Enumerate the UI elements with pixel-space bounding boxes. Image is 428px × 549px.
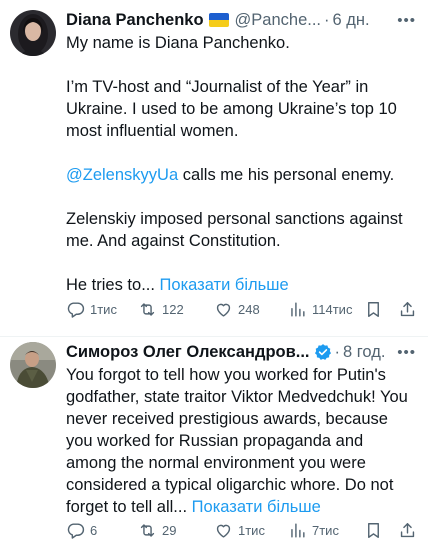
like-icon	[216, 524, 231, 538]
share-button[interactable]	[398, 518, 417, 542]
repost-count: 122	[162, 301, 184, 317]
like-button[interactable]: 248	[214, 297, 260, 321]
separator-dot: ·	[334, 342, 341, 361]
like-count: 248	[238, 301, 260, 317]
views-count: 114тис	[312, 301, 353, 317]
share-button[interactable]	[398, 297, 417, 321]
tweet-paragraph-text: He tries to...	[66, 276, 155, 294]
repost-icon	[140, 523, 155, 537]
more-options-icon[interactable]: •••	[397, 341, 416, 363]
show-more-link[interactable]: Показати більше	[160, 276, 289, 294]
tweet-header: Симороз Олег Олександров... · 8 год. •••	[66, 341, 418, 363]
author-handle[interactable]: @Panche...	[235, 11, 321, 30]
tweet-paragraph: @ZelenskyyUa calls me his personal enemy…	[66, 164, 418, 186]
tweet-paragraph: My name is Diana Panchenko.	[66, 34, 290, 52]
repost-count: 29	[162, 522, 177, 538]
verified-badge-icon	[314, 343, 332, 361]
show-more-link[interactable]: Показати більше	[192, 498, 321, 516]
reply-button[interactable]: 1тис	[66, 297, 117, 321]
views-count: 7тис	[312, 522, 339, 538]
action-bar: 1тис 122 248 114тис	[66, 297, 418, 321]
bookmark-button[interactable]	[364, 297, 383, 321]
separator-dot: ·	[324, 10, 330, 29]
timestamp[interactable]: 8 год.	[343, 343, 385, 362]
reply-count: 1тис	[90, 301, 117, 317]
ukraine-flag-icon	[208, 13, 229, 27]
tweet-header: Diana Panchenko @Panche... · 6 дн. •••	[66, 9, 418, 31]
bookmark-icon	[368, 301, 379, 317]
more-options-icon[interactable]: •••	[397, 9, 416, 31]
author-name[interactable]: Симороз Олег Олександров...	[66, 343, 310, 362]
bookmark-icon	[368, 522, 379, 538]
mention-link[interactable]: @ZelenskyyUa	[66, 166, 178, 184]
tweet-paragraph: I’m TV-host and “Journalist of the Year”…	[66, 78, 397, 140]
views-icon	[291, 522, 305, 538]
like-count: 1тис	[238, 522, 265, 538]
like-icon	[216, 303, 231, 317]
repost-button[interactable]: 29	[138, 518, 176, 542]
reply-icon	[67, 301, 85, 318]
tweet-text: My name is Diana Panchenko. I’m TV-host …	[66, 32, 418, 296]
avatar[interactable]	[10, 10, 56, 56]
tweet-paragraph: He tries to... Показати більше	[66, 274, 418, 296]
views-button[interactable]: 7тис	[288, 518, 339, 542]
repost-button[interactable]: 122	[138, 297, 184, 321]
share-icon	[400, 522, 415, 537]
repost-icon	[140, 302, 155, 316]
action-bar: 6 29 1тис 7тис	[66, 518, 418, 542]
reply-button[interactable]: 6	[66, 518, 97, 542]
tweet-paragraph-text: You forgot to tell how you worked for Pu…	[66, 366, 408, 516]
tweet-paragraph: Zelenskiy imposed personal sanctions aga…	[66, 210, 403, 250]
tweet-text: You forgot to tell how you worked for Pu…	[66, 364, 418, 518]
timestamp[interactable]: 6 дн.	[333, 11, 370, 30]
views-icon	[291, 301, 305, 317]
views-button[interactable]: 114тис	[288, 297, 352, 321]
share-icon	[400, 301, 415, 316]
tweet[interactable]: Diana Panchenko @Panche... · 6 дн. ••• M…	[0, 0, 428, 336]
tweet-paragraph-text: calls me his personal enemy.	[182, 166, 395, 184]
avatar[interactable]	[10, 342, 56, 388]
bookmark-button[interactable]	[364, 518, 383, 542]
author-name[interactable]: Diana Panchenko	[66, 11, 204, 30]
reply-icon	[67, 522, 85, 539]
reply-count: 6	[90, 522, 98, 538]
like-button[interactable]: 1тис	[214, 518, 265, 542]
